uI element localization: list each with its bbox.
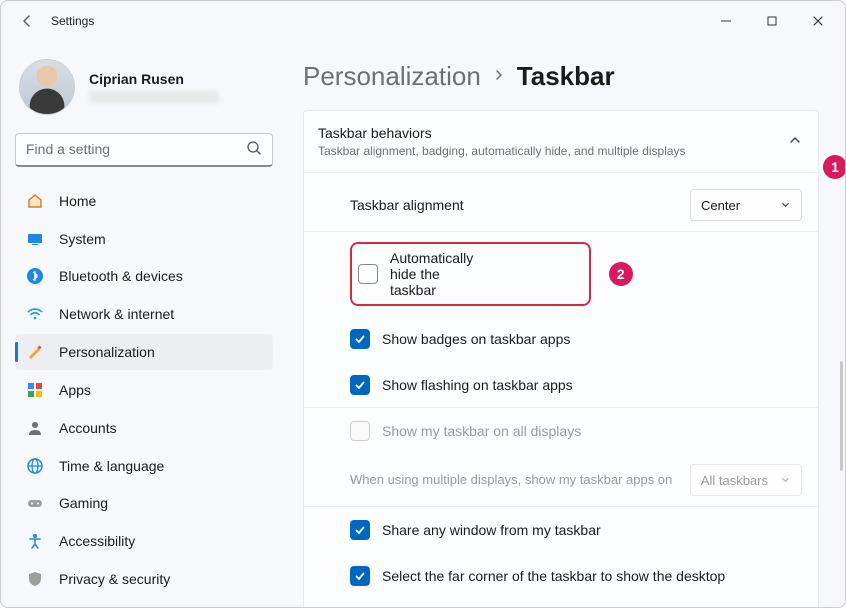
show-flashing-checkbox[interactable] (350, 375, 370, 395)
bluetooth-icon (25, 266, 45, 286)
chevron-right-icon (493, 68, 505, 86)
accounts-icon (25, 418, 45, 438)
taskbar-behaviors-section: Taskbar behaviors Taskbar alignment, bad… (303, 110, 819, 607)
row-auto-hide: Automatically hide the taskbar 2 (304, 232, 818, 316)
taskbar-alignment-dropdown[interactable]: Center (690, 189, 802, 221)
sidebar-item-label: Network & internet (59, 306, 174, 322)
window-title: Settings (51, 14, 94, 28)
row-label: Select the far corner of the taskbar to … (382, 568, 802, 584)
sidebar-item-home[interactable]: Home (15, 183, 273, 219)
sidebar-item-label: System (59, 231, 106, 247)
row-label: Show flashing on taskbar apps (382, 377, 802, 393)
show-badges-checkbox[interactable] (350, 329, 370, 349)
share-window-checkbox[interactable] (350, 520, 370, 540)
sidebar-item-accounts[interactable]: Accounts (15, 410, 273, 446)
profile[interactable]: Ciprian Rusen (19, 59, 269, 115)
shield-icon (25, 569, 45, 589)
breadcrumb: Personalization Taskbar (303, 61, 819, 92)
avatar (19, 59, 75, 115)
sidebar-item-label: Accounts (59, 420, 117, 436)
search-icon (246, 140, 262, 159)
row-label: Taskbar alignment (350, 197, 678, 213)
personalization-icon (25, 342, 45, 362)
dropdown-value: Center (701, 198, 740, 213)
sidebar-item-label: Personalization (59, 344, 155, 360)
wifi-icon (25, 304, 45, 324)
auto-hide-checkbox[interactable] (358, 264, 378, 284)
breadcrumb-current: Taskbar (517, 61, 615, 92)
sidebar: Ciprian Rusen Home System Bluetooth & de… (1, 41, 287, 607)
multi-display-dropdown: All taskbars (690, 464, 802, 496)
chevron-up-icon (788, 133, 802, 150)
chevron-down-icon (780, 473, 791, 488)
row-label: Show my taskbar on all displays (382, 423, 802, 439)
sidebar-item-time-language[interactable]: Time & language (15, 448, 273, 484)
annotation-badge-1: 1 (821, 153, 845, 181)
sidebar-item-system[interactable]: System (15, 221, 273, 257)
row-show-seconds: Show seconds in system tray clock (uses … (304, 599, 818, 607)
section-header[interactable]: Taskbar behaviors Taskbar alignment, bad… (304, 111, 818, 172)
accessibility-icon (25, 531, 45, 551)
row-label: When using multiple displays, show my ta… (350, 471, 678, 489)
system-icon (25, 229, 45, 249)
row-share-window: Share any window from my taskbar (304, 507, 818, 553)
section-subtitle: Taskbar alignment, badging, automaticall… (318, 144, 776, 158)
chevron-down-icon (780, 198, 791, 213)
scrollbar[interactable] (840, 361, 843, 471)
sidebar-item-bluetooth[interactable]: Bluetooth & devices (15, 259, 273, 295)
home-icon (25, 191, 45, 211)
profile-email-redacted (89, 91, 219, 103)
sidebar-item-label: Home (59, 193, 96, 209)
sidebar-item-label: Bluetooth & devices (59, 268, 183, 284)
sidebar-item-accessibility[interactable]: Accessibility (15, 523, 273, 559)
section-title: Taskbar behaviors (318, 125, 776, 141)
apps-icon (25, 380, 45, 400)
sidebar-item-label: Accessibility (59, 533, 135, 549)
sidebar-item-label: Gaming (59, 495, 108, 511)
row-all-displays: Show my taskbar on all displays (304, 408, 818, 454)
dropdown-value: All taskbars (701, 473, 768, 488)
row-label: Show badges on taskbar apps (382, 331, 802, 347)
breadcrumb-parent[interactable]: Personalization (303, 61, 481, 92)
far-corner-checkbox[interactable] (350, 566, 370, 586)
sidebar-item-label: Privacy & security (59, 571, 170, 587)
annotation-highlight-box: Automatically hide the taskbar (350, 242, 591, 306)
sidebar-item-apps[interactable]: Apps (15, 372, 273, 408)
sidebar-item-gaming[interactable]: Gaming (15, 485, 273, 521)
minimize-button[interactable] (703, 5, 749, 37)
gaming-icon (25, 493, 45, 513)
sidebar-item-label: Time & language (59, 458, 164, 474)
search-input[interactable] (26, 141, 246, 157)
sidebar-item-privacy-security[interactable]: Privacy & security (15, 561, 273, 597)
back-button[interactable] (17, 11, 37, 31)
row-taskbar-alignment: Taskbar alignment Center (304, 179, 818, 232)
titlebar: Settings (1, 1, 845, 41)
row-flashing: Show flashing on taskbar apps (304, 362, 818, 408)
content-pane: Personalization Taskbar Taskbar behavior… (287, 41, 845, 607)
sidebar-item-label: Apps (59, 382, 91, 398)
profile-name: Ciprian Rusen (89, 71, 219, 87)
row-label: Automatically hide the taskbar (390, 250, 473, 298)
row-far-corner: Select the far corner of the taskbar to … (304, 553, 818, 599)
sidebar-item-network[interactable]: Network & internet (15, 296, 273, 332)
maximize-button[interactable] (749, 5, 795, 37)
close-button[interactable] (795, 5, 841, 37)
row-multi-display: When using multiple displays, show my ta… (304, 454, 818, 507)
annotation-badge-2: 2 (607, 260, 635, 288)
row-label: Share any window from my taskbar (382, 522, 802, 538)
search-box[interactable] (15, 133, 273, 167)
row-badges: Show badges on taskbar apps (304, 316, 818, 362)
all-displays-checkbox (350, 421, 370, 441)
sidebar-item-personalization[interactable]: Personalization (15, 334, 273, 370)
time-language-icon (25, 456, 45, 476)
